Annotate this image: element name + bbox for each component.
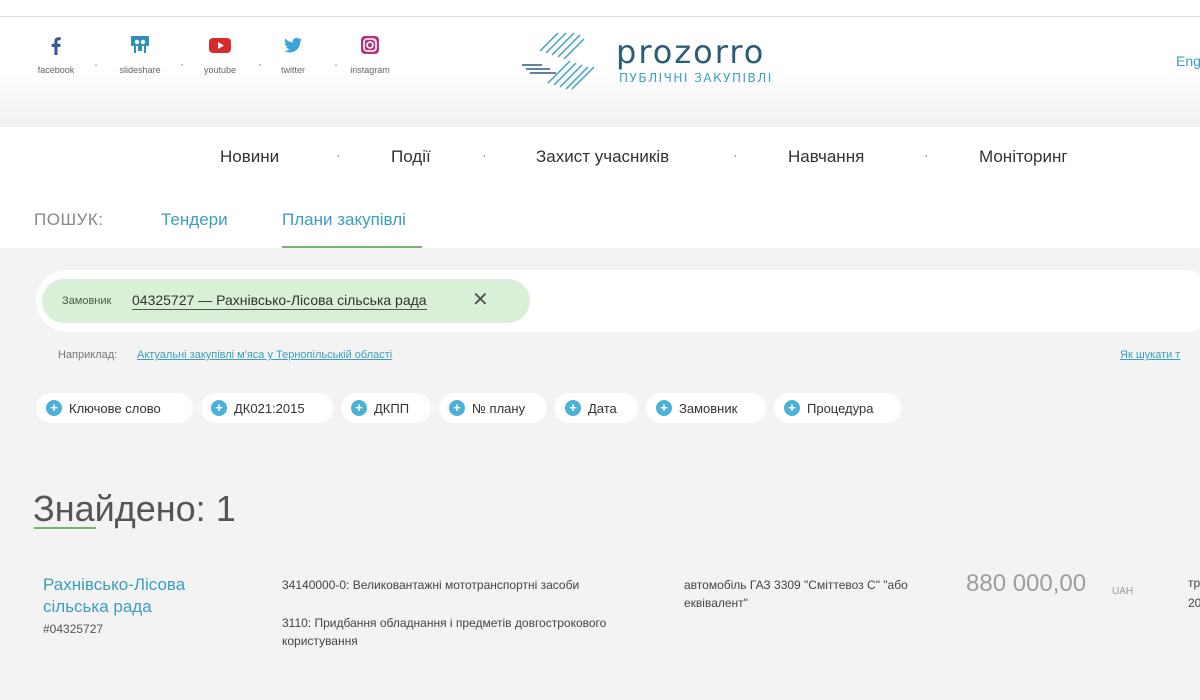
plus-icon: + [449, 400, 465, 416]
active-filter-chip: Замовник 04325727 — Рахнівсько-Лісова сі… [42, 279, 530, 323]
plus-icon: + [211, 400, 227, 416]
nav-item-training[interactable]: Навчання [788, 147, 864, 167]
filter-label: Ключове слово [69, 401, 161, 416]
filter-add-buyer[interactable]: + Замовник [646, 393, 766, 423]
language-switch-link[interactable]: Eng [1176, 53, 1200, 69]
filter-label: Замовник [679, 401, 738, 416]
plus-icon: + [784, 400, 800, 416]
close-icon[interactable]: ✕ [472, 287, 489, 312]
filter-add-date[interactable]: + Дата [555, 393, 638, 423]
result-cpv-code: 34140000-0: Великовантажні мототранспорт… [282, 578, 580, 592]
filter-label: Процедура [807, 401, 874, 416]
result-amount: 880 000,00 [966, 570, 1087, 597]
social-link-youtube[interactable]: youtube [180, 33, 260, 75]
social-link-facebook[interactable]: facebook [16, 33, 96, 75]
social-label: facebook [37, 65, 75, 75]
search-content: Замовник 04325727 — Рахнівсько-Лісова сі… [0, 248, 1200, 700]
filter-add-plan-number[interactable]: + № плану [439, 393, 547, 423]
main-nav: Новини · Події · Захист учасників · Навч… [0, 127, 1200, 187]
nav-separator-dot: · [924, 147, 929, 163]
twitter-icon [284, 37, 302, 53]
filter-add-dkpp[interactable]: + ДКПП [341, 393, 431, 423]
youtube-icon [209, 38, 231, 53]
filter-label: ДК021:2015 [234, 401, 305, 416]
nav-separator-dot: · [336, 147, 341, 163]
filter-chip-key: Замовник [62, 295, 112, 307]
result-truncated-text: тр [1188, 576, 1200, 590]
facebook-icon [51, 37, 61, 55]
header: facebook · slideshare · youtube · twitte… [0, 17, 1200, 127]
social-link-twitter[interactable]: twitter [253, 33, 333, 75]
result-buyer-id: #04325727 [43, 622, 104, 636]
social-link-slideshare[interactable]: slideshare [100, 33, 180, 75]
filter-add-procedure[interactable]: + Процедура [774, 393, 901, 423]
results-count-underline [34, 527, 96, 529]
social-link-instagram[interactable]: instagram [330, 33, 410, 75]
filter-add-keyword[interactable]: + Ключове слово [36, 393, 193, 423]
example-query-link[interactable]: Актуальні закупівлі м'яса у Тернопільськ… [137, 349, 392, 361]
results-count: Знайдено: 1 [33, 487, 236, 529]
result-truncated-text: 20 [1188, 596, 1200, 610]
filter-label: Дата [588, 401, 617, 416]
tab-procurement-plans[interactable]: Плани закупівлі [282, 210, 406, 230]
result-description: автомобіль ГАЗ 3309 "Сміттевоз С" "або е… [684, 578, 908, 610]
social-label: youtube [203, 65, 237, 75]
instagram-icon [361, 36, 379, 54]
social-label: twitter [280, 65, 305, 75]
example-label: Наприклад: [58, 349, 118, 361]
filter-label: ДКПП [374, 401, 410, 416]
search-label: ПОШУК: [34, 210, 104, 229]
search-filter-box[interactable]: Замовник 04325727 — Рахнівсько-Лісова сі… [36, 270, 1200, 332]
nav-item-monitoring[interactable]: Моніторинг [979, 147, 1068, 167]
search-tabs-bar: ПОШУК: Тендери Плани закупівлі [0, 187, 1200, 249]
plus-icon: + [46, 400, 62, 416]
result-row[interactable]: Рахнівсько-Лісова сільська рада #0432572… [0, 558, 1200, 700]
filter-label: № плану [472, 401, 526, 416]
logo-wordmark: prozorro [616, 33, 766, 71]
social-label: instagram [350, 65, 390, 75]
nav-item-events[interactable]: Події [391, 147, 431, 167]
nav-separator-dot: · [733, 147, 738, 163]
result-kekv-code: 3110: Придбання обладнання і предметів д… [282, 616, 607, 648]
plus-icon: + [565, 400, 581, 416]
filter-chip-value[interactable]: 04325727 — Рахнівсько-Лісова сільська ра… [132, 292, 427, 310]
how-to-search-link[interactable]: Як шукати т [1120, 349, 1180, 361]
nav-separator-dot: · [482, 147, 487, 163]
filter-add-dk021[interactable]: + ДК021:2015 [201, 393, 333, 423]
tab-tenders[interactable]: Тендери [161, 210, 228, 230]
prozorro-logo-icon [522, 32, 595, 90]
logo-subtitle: ПУБЛІЧНІ ЗАКУПІВЛІ [619, 71, 773, 85]
plus-icon: + [656, 400, 672, 416]
result-currency: UAH [1112, 586, 1134, 597]
plus-icon: + [351, 400, 367, 416]
result-buyer-link[interactable]: Рахнівсько-Лісова сільська рада [43, 574, 253, 618]
separator-dot: · [94, 57, 98, 71]
slideshare-icon [131, 36, 149, 53]
nav-item-participant-protection[interactable]: Захист учасників [536, 147, 669, 167]
nav-item-news[interactable]: Новини [220, 147, 279, 167]
prozorro-logo[interactable]: prozorro ПУБЛІЧНІ ЗАКУПІВЛІ [520, 31, 790, 91]
social-label: slideshare [119, 65, 161, 75]
